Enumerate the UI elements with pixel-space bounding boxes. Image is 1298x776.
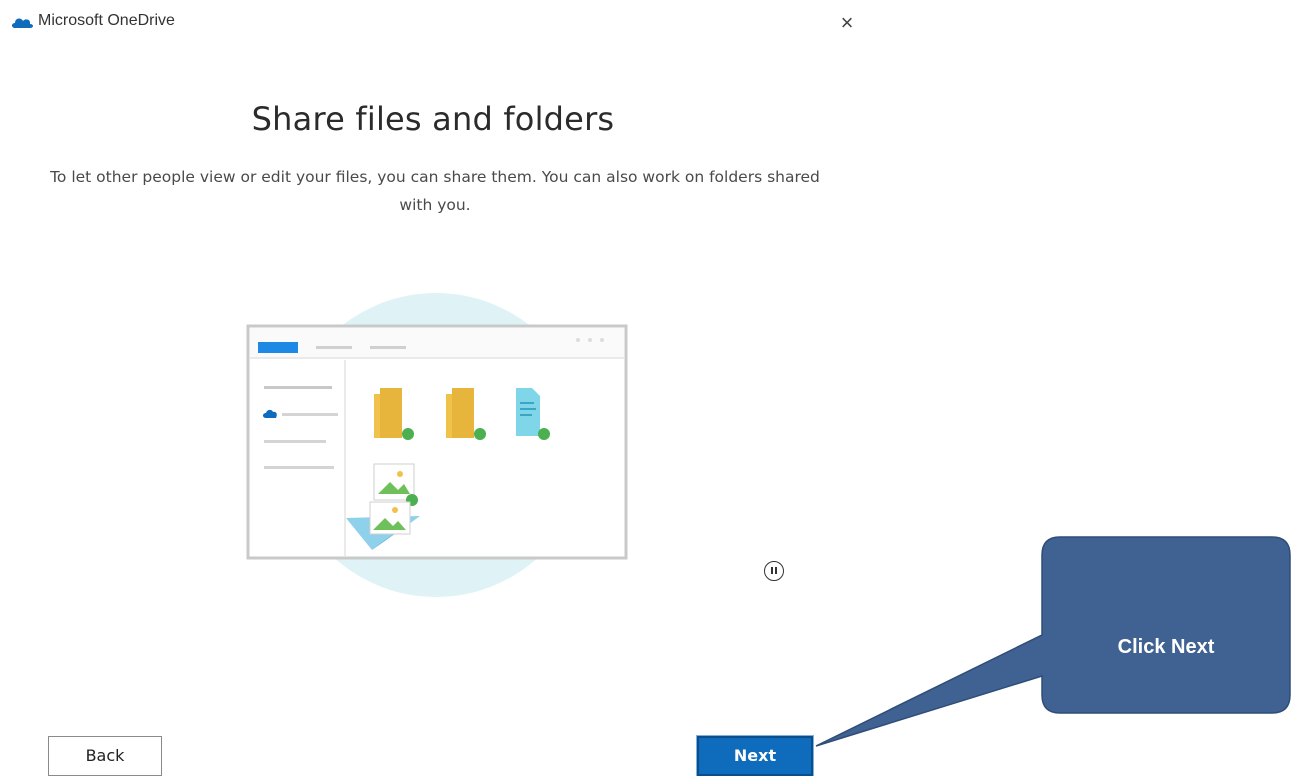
title-bar: Microsoft OneDrive × <box>0 0 880 44</box>
page-description: To let other people view or edit your fi… <box>50 168 820 214</box>
app-title: Microsoft OneDrive <box>38 12 175 29</box>
onedrive-cloud-icon <box>12 18 33 28</box>
close-button[interactable]: × <box>832 10 862 36</box>
close-icon: × <box>840 10 854 35</box>
pause-icon[interactable] <box>764 561 784 581</box>
back-button[interactable]: Back <box>48 736 162 776</box>
callout-text: Click Next <box>1117 636 1215 658</box>
next-button[interactable]: Next <box>696 735 814 776</box>
share-illustration <box>246 293 628 597</box>
window-tab-active <box>258 342 298 353</box>
page-title: Share files and folders <box>251 100 615 138</box>
image-icon <box>373 463 418 506</box>
